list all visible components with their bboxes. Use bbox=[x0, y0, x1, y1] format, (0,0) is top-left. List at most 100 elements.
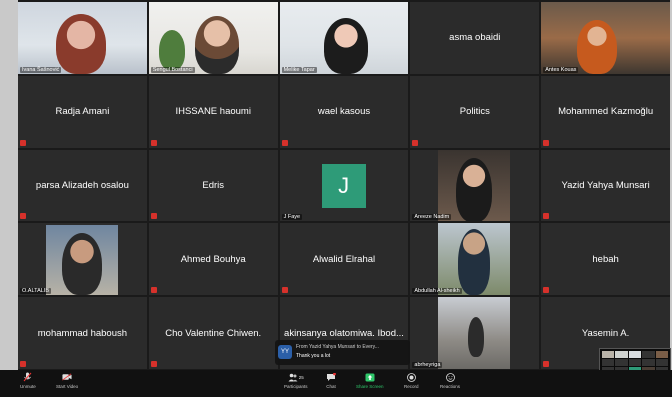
chat-label: Chat bbox=[326, 384, 336, 389]
participant-name: Radja Amani bbox=[55, 106, 110, 118]
participant-tile[interactable]: Ivana Šašnović bbox=[18, 2, 147, 74]
participant-tile[interactable]: O.ALTALIB bbox=[18, 223, 147, 296]
chat-notification[interactable]: YY From Yazid Yahya Munsari to Every... … bbox=[275, 340, 410, 365]
participant-tile[interactable]: wael kasous bbox=[279, 75, 409, 148]
smiley-face-icon bbox=[445, 372, 455, 382]
participant-tile[interactable]: Ahmed Bouhya bbox=[148, 223, 278, 296]
record-button[interactable]: Record bbox=[404, 372, 419, 389]
participant-name-label: Ivana Šašnović bbox=[20, 66, 62, 73]
muted-mic-icon bbox=[543, 287, 550, 294]
participant-tile[interactable]: J J Faye bbox=[279, 149, 409, 222]
muted-mic-icon bbox=[150, 139, 157, 146]
muted-mic-icon bbox=[281, 287, 288, 294]
photo-person bbox=[456, 157, 493, 222]
participant-name: Politics bbox=[459, 106, 490, 118]
participant-tile[interactable]: Yazid Yahya Munsari bbox=[541, 149, 670, 222]
participant-tile[interactable]: IHSSANE haoumi bbox=[148, 75, 278, 148]
participant-tile-active-speaker[interactable]: Melike Tapar bbox=[279, 2, 409, 74]
mini-tile bbox=[628, 358, 642, 366]
reactions-button[interactable]: Reactions bbox=[440, 372, 460, 389]
muted-mic-icon bbox=[20, 213, 26, 220]
participant-video-person bbox=[577, 20, 618, 74]
mic-muted-icon bbox=[23, 372, 33, 382]
profile-photo bbox=[46, 225, 118, 296]
participant-name-label: abrheyriga bbox=[412, 362, 443, 368]
participant-name-label: O.ALTALIB bbox=[20, 288, 52, 295]
participant-name-label: Melike Tapar bbox=[281, 66, 317, 73]
mini-tile bbox=[642, 358, 655, 366]
muted-mic-icon bbox=[20, 139, 26, 146]
participants-count: 25 bbox=[298, 374, 304, 380]
participant-name: Yazid Yahya Munsari bbox=[561, 179, 650, 191]
participant-tile[interactable]: asma obaidi bbox=[410, 2, 540, 74]
participant-tile[interactable]: Sengul Bostanci bbox=[148, 2, 278, 74]
participants-button[interactable]: 25 Participants bbox=[284, 372, 308, 389]
mini-tile bbox=[615, 351, 628, 358]
participant-name: Cho Valentine Chiwen. bbox=[165, 327, 262, 339]
participant-tile[interactable]: Cho Valentine Chiwen. bbox=[148, 297, 278, 369]
participant-tile[interactable]: Alwalid Elrahal bbox=[279, 223, 409, 296]
participant-tile[interactable]: Edris bbox=[148, 149, 278, 222]
participant-tile[interactable]: hebah bbox=[541, 223, 670, 296]
share-screen-icon bbox=[365, 372, 375, 382]
record-label: Record bbox=[404, 384, 419, 389]
participant-name: Ahmed Bouhya bbox=[180, 253, 246, 265]
participant-tile[interactable]: mohammad haboush bbox=[18, 297, 147, 369]
muted-mic-icon bbox=[281, 139, 288, 146]
participant-name-label: Sengul Bostanci bbox=[150, 66, 195, 73]
muted-mic-icon bbox=[150, 287, 157, 294]
meeting-toolbar: Unmute Start Video 25 Participants Chat bbox=[0, 370, 672, 397]
participant-tile[interactable]: Abdullah Al-sheikh bbox=[410, 223, 540, 296]
profile-photo bbox=[438, 149, 511, 222]
photo-person bbox=[62, 233, 102, 296]
record-icon bbox=[406, 372, 416, 382]
share-screen-button[interactable]: Share Screen bbox=[356, 372, 384, 389]
photo-person bbox=[458, 229, 491, 296]
mini-tile bbox=[615, 358, 628, 366]
zoom-meeting-window: Ivana Šašnović Sengul Bostanci Melike Ta… bbox=[0, 0, 672, 397]
chat-message-text: Thank you a lot bbox=[296, 353, 331, 359]
participant-tile[interactable]: Radja Amani bbox=[18, 75, 147, 148]
participant-tile[interactable]: Areeze Nadim bbox=[410, 149, 540, 222]
participant-name-label: J Faye bbox=[281, 214, 303, 221]
mini-tile bbox=[642, 351, 655, 358]
participant-tile[interactable]: abrheyriga bbox=[410, 297, 540, 369]
sender-avatar: YY bbox=[278, 345, 292, 359]
chat-button[interactable]: Chat bbox=[326, 372, 336, 389]
profile-photo bbox=[438, 297, 511, 369]
left-border bbox=[0, 0, 18, 370]
participant-name: parsa Alizadeh osalou bbox=[35, 179, 129, 191]
participant-tile[interactable]: Politics bbox=[410, 75, 540, 148]
mini-tile bbox=[655, 351, 668, 358]
video-camera-icon bbox=[62, 372, 72, 382]
participant-video-person bbox=[56, 14, 106, 74]
mini-tile bbox=[602, 358, 615, 366]
mini-tile bbox=[602, 351, 615, 358]
participant-name-label: Areeze Nadim bbox=[412, 214, 452, 221]
participant-tile[interactable]: parsa Alizadeh osalou bbox=[18, 149, 147, 222]
participant-name: mohammad haboush bbox=[37, 327, 128, 339]
start-video-button[interactable]: Start Video bbox=[56, 372, 78, 389]
muted-mic-icon bbox=[412, 139, 419, 146]
unmute-label: Unmute bbox=[20, 384, 36, 389]
participant-name: IHSSANE haoumi bbox=[175, 106, 251, 118]
participant-tile[interactable]: Antes Kouas bbox=[541, 2, 670, 74]
participants-label: Participants bbox=[284, 384, 308, 389]
participant-name: wael kasous bbox=[317, 106, 371, 118]
participants-icon: 25 bbox=[286, 372, 306, 382]
participant-video-person bbox=[194, 16, 239, 74]
muted-mic-icon bbox=[543, 361, 550, 367]
participant-name-label: Abdullah Al-sheikh bbox=[412, 288, 462, 295]
muted-mic-icon bbox=[543, 213, 550, 220]
participant-name: hebah bbox=[592, 253, 619, 265]
participant-name: Edris bbox=[202, 179, 225, 191]
profile-photo bbox=[438, 223, 511, 296]
plant-decor bbox=[158, 30, 185, 70]
participant-tile[interactable]: Mohammed Kazmoğlu bbox=[541, 75, 670, 148]
reactions-label: Reactions bbox=[440, 384, 461, 389]
unmute-button[interactable]: Unmute bbox=[20, 372, 36, 389]
share-screen-label: Share Screen bbox=[356, 384, 384, 389]
start-video-label: Start Video bbox=[56, 384, 79, 389]
muted-mic-icon bbox=[20, 361, 26, 367]
muted-mic-icon bbox=[543, 139, 550, 146]
